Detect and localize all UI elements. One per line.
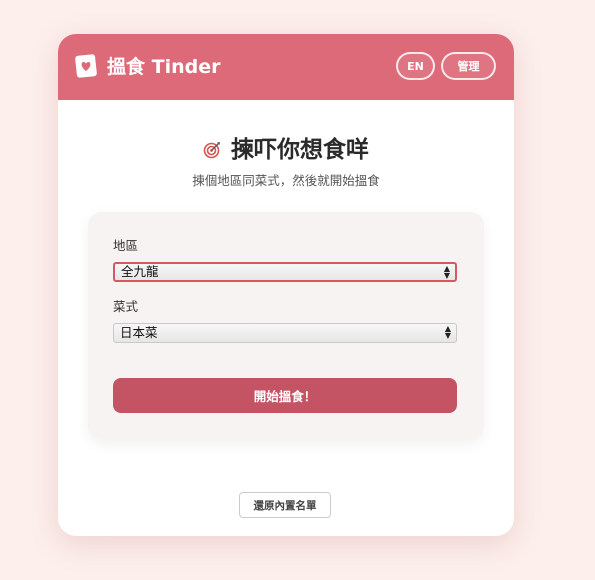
start-search-button[interactable]: 開始搵食！ [113, 378, 457, 413]
main-card: 搵食 Tinder EN 管理 揀吓你想食咩 揀個地區同菜式，然後就開始搵食 地… [58, 34, 514, 536]
select-arrows-icon: ▲ ▼ [443, 264, 450, 280]
select-arrows-icon: ▲ ▼ [444, 324, 451, 340]
region-selected-value: 全九龍 [121, 264, 159, 279]
heart-card-icon [75, 54, 97, 78]
cuisine-label: 菜式 [113, 299, 139, 314]
page-title: 揀吓你想食咩 [231, 137, 369, 163]
app-title: 搵食 Tinder [107, 56, 221, 78]
page-heading: 揀吓你想食咩 [58, 134, 514, 166]
restore-default-list-button[interactable]: 還原內置名單 [239, 492, 331, 518]
cuisine-select[interactable]: 日本菜 ▲ ▼ [113, 323, 457, 343]
target-icon [203, 142, 220, 159]
admin-button[interactable]: 管理 [441, 52, 496, 80]
language-toggle-button[interactable]: EN [396, 52, 435, 80]
page-subtitle: 揀個地區同菜式，然後就開始搵食 [192, 173, 380, 188]
region-select[interactable]: 全九龍 ▲ ▼ [113, 262, 457, 282]
app-header: 搵食 Tinder EN 管理 [58, 34, 514, 100]
region-label: 地區 [113, 238, 139, 253]
cuisine-selected-value: 日本菜 [120, 325, 158, 340]
filter-panel: 地區 全九龍 ▲ ▼ 菜式 日本菜 ▲ ▼ 開始搵食！ [88, 212, 484, 440]
